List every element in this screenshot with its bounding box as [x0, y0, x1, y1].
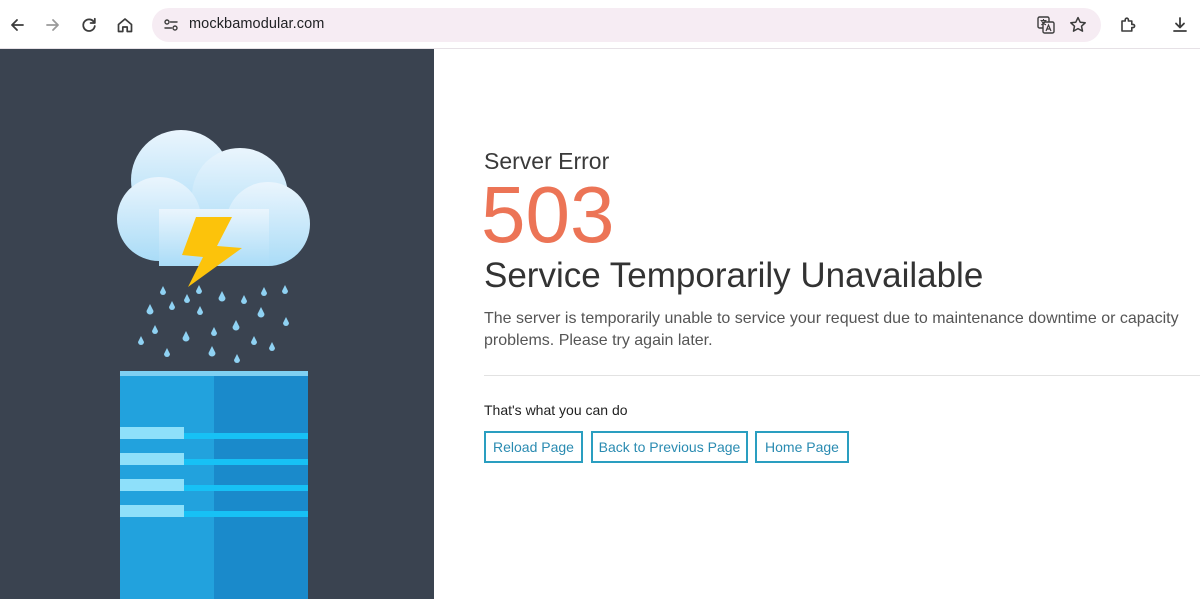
home-icon[interactable] [108, 8, 142, 42]
divider [484, 375, 1200, 376]
translate-icon[interactable] [1034, 13, 1058, 37]
url-text[interactable]: mockbamodular.com [189, 16, 324, 32]
browser-toolbar: mockbamodular.com [0, 0, 1200, 49]
forward-arrow-icon[interactable] [36, 8, 70, 42]
site-info-icon[interactable] [158, 12, 184, 38]
back-arrow-icon[interactable] [0, 8, 34, 42]
extensions-puzzle-icon[interactable] [1111, 8, 1145, 42]
rain-drops [138, 285, 289, 363]
bookmark-star-icon[interactable] [1066, 13, 1090, 37]
address-bar[interactable]: mockbamodular.com [152, 8, 1101, 42]
server-tower-icon [120, 371, 308, 599]
home-page-button[interactable]: Home Page [755, 431, 849, 463]
reload-page-button[interactable]: Reload Page [484, 431, 583, 463]
illustration-panel [0, 49, 434, 599]
download-icon[interactable] [1163, 8, 1197, 42]
storm-server-illustration [117, 130, 310, 599]
error-description: The server is temporarily unable to serv… [484, 310, 1179, 349]
actions-label: That's what you can do [484, 402, 628, 418]
error-code: 503 [481, 170, 615, 259]
back-to-previous-page-button[interactable]: Back to Previous Page [591, 431, 748, 463]
error-headline: Service Temporarily Unavailable [484, 256, 984, 295]
reload-icon[interactable] [72, 8, 106, 42]
